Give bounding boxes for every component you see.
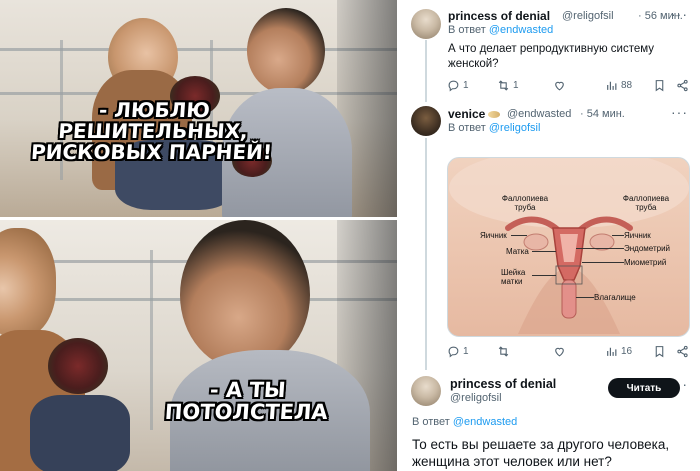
label-cervix: Шейка матки xyxy=(501,268,526,286)
retweet-button[interactable]: 1 xyxy=(497,79,519,92)
views-button[interactable]: 88 xyxy=(605,79,632,92)
reply-prefix: В ответ xyxy=(412,416,450,428)
share-icon xyxy=(677,79,688,92)
reply-count: 1 xyxy=(463,346,469,357)
heart-icon xyxy=(555,81,564,91)
reply-icon xyxy=(448,346,459,358)
author-name[interactable]: princess of denial xyxy=(448,9,550,23)
retweet-button[interactable] xyxy=(497,345,510,358)
label-ovary-right: Яичник xyxy=(624,231,651,240)
share-button[interactable] xyxy=(676,79,689,92)
tweet-text: А что делает репродуктивную систему женс… xyxy=(448,43,655,70)
label-ovary-left: Яичник xyxy=(480,231,507,240)
reply-context: В ответ @endwasted xyxy=(448,24,553,36)
avatar[interactable] xyxy=(411,376,441,406)
views-button[interactable]: 16 xyxy=(605,345,632,358)
bookmark-button[interactable] xyxy=(653,345,666,358)
label-myometrium: Миометрий xyxy=(624,258,667,267)
action-bar: 1 16 xyxy=(447,345,690,361)
bookmark-icon xyxy=(655,346,664,358)
tweet-thread: princess of denial @religofsil · 56 мин.… xyxy=(400,0,700,471)
retweet-icon xyxy=(498,346,509,357)
retweet-icon xyxy=(498,80,509,91)
author-name[interactable]: princess of denial xyxy=(450,377,556,391)
follow-button[interactable]: Читать xyxy=(608,378,680,398)
label-uterus: Матка xyxy=(506,247,529,256)
heart-icon xyxy=(555,347,564,357)
meme-caption-top: - ЛЮБЛЮ РЕШИТЕЛЬНЫХ, РИСКОВЫХ ПАРНЕЙ! xyxy=(30,98,273,164)
reply-prefix: В ответ xyxy=(448,122,486,134)
avatar[interactable] xyxy=(411,9,441,39)
label-tube-right: Фаллопиева труба xyxy=(622,194,670,212)
more-icon[interactable]: ··· xyxy=(671,104,688,120)
reply-to-link[interactable]: @endwasted xyxy=(489,24,553,36)
like-button[interactable] xyxy=(553,79,566,92)
author-handle[interactable]: @religofsil xyxy=(562,10,614,22)
reply-button[interactable]: 1 xyxy=(447,79,469,92)
reply-to-link[interactable]: @religofsil xyxy=(489,122,541,134)
attached-image[interactable]: Фаллопиева труба Фаллопиева труба Яичник… xyxy=(447,157,690,337)
views-icon xyxy=(607,347,617,356)
tweet-1[interactable]: princess of denial @religofsil · 56 мин.… xyxy=(400,0,700,102)
bookmark-icon xyxy=(655,80,664,92)
tweet-text: То есть вы решаете за другого человека, … xyxy=(412,437,670,469)
reply-icon xyxy=(448,80,459,92)
author-handle[interactable]: @religofsil xyxy=(450,392,502,404)
retweet-count: 1 xyxy=(513,80,519,91)
reply-prefix: В ответ xyxy=(448,24,486,36)
label-vagina: Влагалище xyxy=(594,293,636,302)
more-icon[interactable]: ··· xyxy=(671,6,688,22)
action-bar: 1 1 88 xyxy=(447,79,690,95)
reply-button[interactable]: 1 xyxy=(447,345,469,358)
share-button[interactable] xyxy=(676,345,689,358)
reply-context: В ответ @endwasted xyxy=(412,416,517,428)
reply-to-link[interactable]: @endwasted xyxy=(453,416,517,428)
bookmark-button[interactable] xyxy=(653,79,666,92)
label-tube-left: Фаллопиева труба xyxy=(501,194,549,212)
like-button[interactable] xyxy=(553,345,566,358)
views-count: 88 xyxy=(621,80,633,91)
avatar[interactable] xyxy=(411,106,441,136)
timestamp[interactable]: · 54 мин. xyxy=(580,108,625,120)
emoji-icon xyxy=(488,111,501,119)
author-name[interactable]: venice xyxy=(448,107,503,121)
meme-caption-bottom: - А ТЫ ПОТОЛСТЕЛА xyxy=(163,378,329,425)
reply-count: 1 xyxy=(463,80,469,91)
views-icon xyxy=(607,81,617,90)
share-icon xyxy=(677,345,688,358)
reply-context: В ответ @religofsil xyxy=(448,122,540,134)
label-endometrium: Эндометрий xyxy=(624,244,671,253)
meme-image: - ЛЮБЛЮ РЕШИТЕЛЬНЫХ, РИСКОВЫХ ПАРНЕЙ! - … xyxy=(0,0,397,471)
meme-panel-bottom xyxy=(0,220,397,471)
author-handle[interactable]: @endwasted xyxy=(507,108,571,120)
views-count: 16 xyxy=(621,346,633,357)
